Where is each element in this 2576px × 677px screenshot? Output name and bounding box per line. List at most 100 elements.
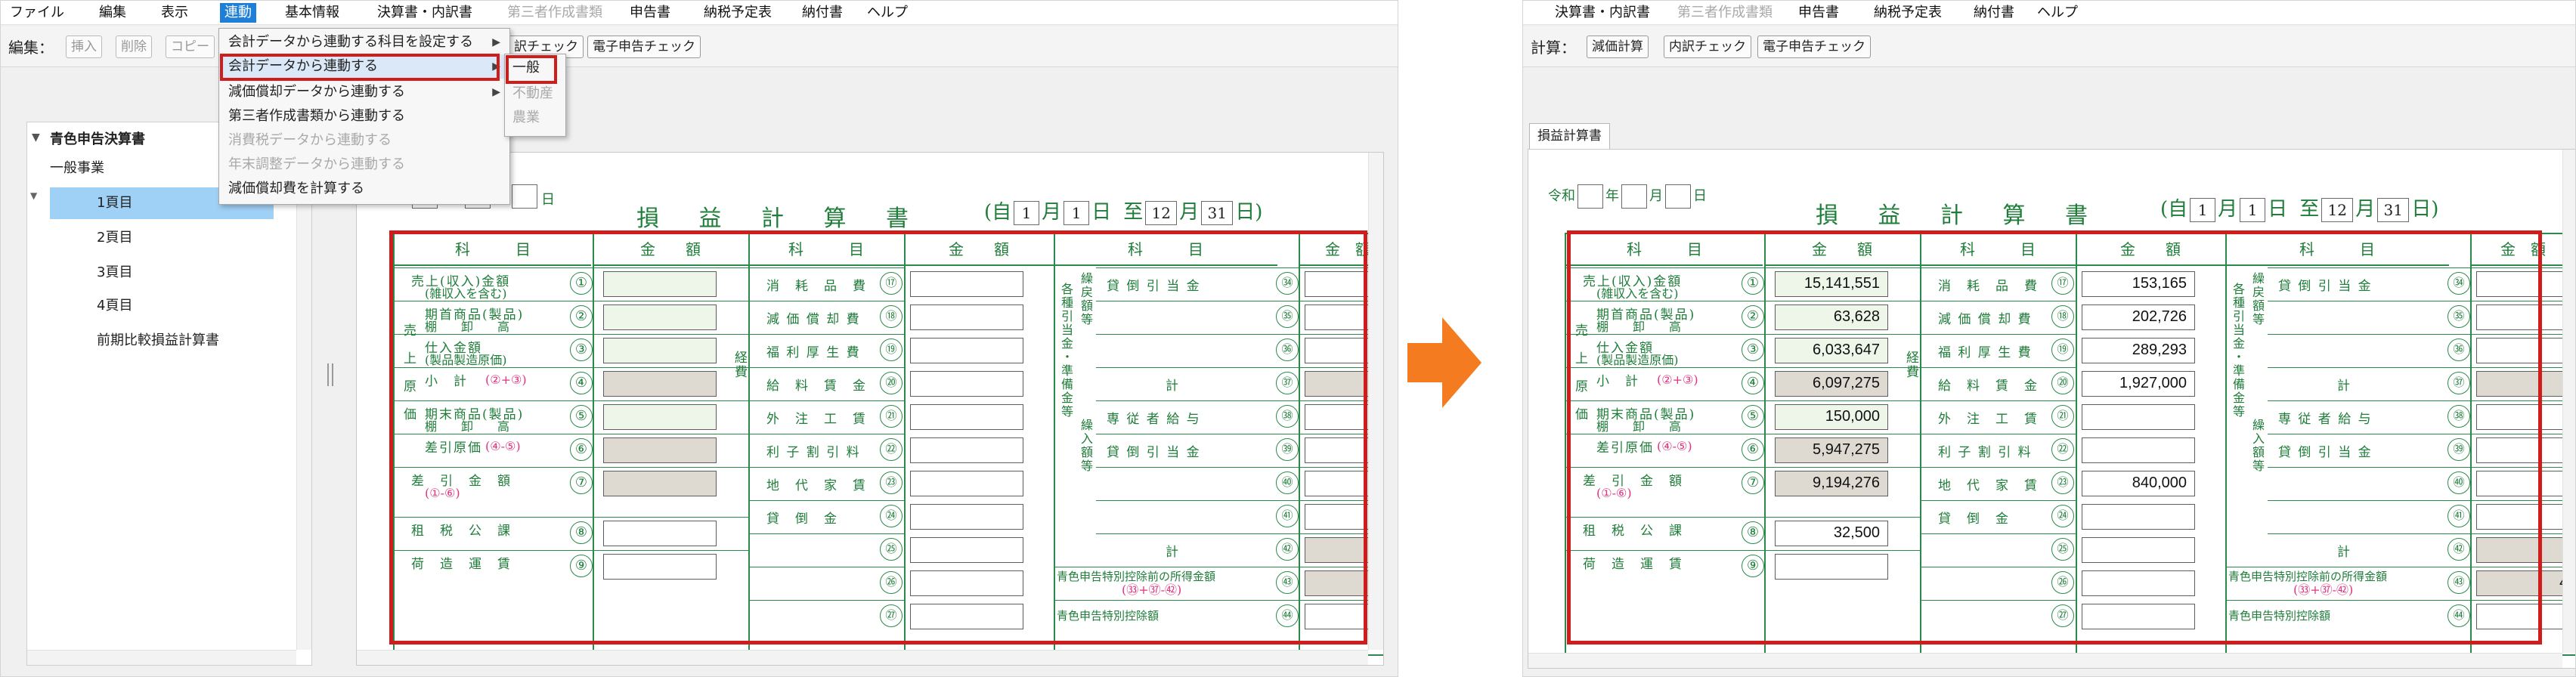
menu-payment-slip[interactable]: 納付書: [797, 3, 847, 23]
expense-field-20[interactable]: 1,927,000: [2082, 371, 2195, 397]
expense-field-24[interactable]: [910, 504, 1023, 530]
menu-tax-return[interactable]: 申告書: [625, 3, 675, 23]
menu-item-calc-depreciation[interactable]: 減価償却費を計算する: [219, 177, 509, 201]
expense-field-25[interactable]: [910, 537, 1023, 563]
e-filing-check-button-r[interactable]: 電子申告チェック: [1757, 36, 1871, 58]
expense-field-17[interactable]: 153,165: [2082, 271, 2195, 297]
amount-field-8[interactable]: [603, 521, 717, 546]
amount-field-4[interactable]: [603, 371, 717, 397]
menu-item-link-third-party[interactable]: 第三者作成書類から連動する: [219, 104, 509, 128]
tree-root-blue-return[interactable]: 青色申告決算書: [50, 128, 145, 148]
amount-field-1[interactable]: [603, 271, 717, 297]
reserve-field-43[interactable]: 4,60: [2476, 570, 2575, 596]
breakdown-check-button-r[interactable]: 内訳チェック: [1664, 36, 1751, 58]
e-filing-check-button[interactable]: 電子申告チェック: [587, 36, 701, 58]
form-hscroll[interactable]: [357, 650, 1368, 665]
menu-help[interactable]: ヘルプ: [862, 3, 912, 23]
reserve-field-35[interactable]: [2476, 304, 2575, 330]
expense-field-21[interactable]: [910, 404, 1023, 430]
expense-field-22[interactable]: [910, 437, 1023, 463]
expense-field-27[interactable]: [910, 604, 1023, 629]
tree-item-prior-comparison[interactable]: 前期比較損益計算書: [97, 325, 219, 357]
menu-tax-return-r[interactable]: 申告書: [1794, 3, 1844, 23]
splitter-handle[interactable]: [327, 363, 333, 386]
reserve-field-34[interactable]: 6: [2476, 271, 2575, 297]
menu-statements-r[interactable]: 決算書・内訳書: [1550, 3, 1655, 23]
row-line: [2268, 533, 2575, 534]
row-label-6: 差引原価: [425, 441, 482, 456]
tree-item-page3[interactable]: 3頁目: [97, 257, 132, 289]
amount-field-3[interactable]: [603, 338, 717, 363]
delete-button[interactable]: 削除: [116, 36, 152, 58]
depreciation-calc-button[interactable]: 減価計算: [1587, 36, 1649, 58]
day-box[interactable]: [512, 184, 537, 209]
expense-field-26[interactable]: [910, 570, 1023, 596]
amount-field-7[interactable]: 9,194,276: [1775, 471, 1888, 496]
expense-field-17[interactable]: [910, 271, 1023, 297]
form-hscroll-r[interactable]: [1528, 653, 2562, 668]
reserve-field-38[interactable]: 60: [2476, 404, 2575, 430]
expense-field-19[interactable]: [910, 338, 1023, 363]
expense-field-27[interactable]: [2082, 604, 2195, 629]
amount-field-5[interactable]: [603, 404, 717, 430]
menu-statements[interactable]: 決算書・内訳書: [373, 3, 477, 23]
amount-field-6[interactable]: 5,947,275: [1775, 437, 1888, 463]
menu-link[interactable]: 連動: [220, 3, 256, 23]
tree-item-page2[interactable]: 2頁目: [97, 222, 132, 254]
form-vscroll-r[interactable]: [2562, 150, 2575, 653]
tree-item-page4[interactable]: 4頁目: [97, 290, 132, 322]
amount-field-5[interactable]: 150,000: [1775, 404, 1888, 430]
amount-field-4[interactable]: 6,097,275: [1775, 371, 1888, 397]
reserve-field-42[interactable]: 65: [2476, 537, 2575, 563]
amount-field-6[interactable]: [603, 437, 717, 463]
header-kamoku-3: 科 目: [1054, 234, 1277, 266]
form-vscroll[interactable]: [1368, 153, 1383, 650]
row-line: [2268, 334, 2575, 335]
amount-field-3[interactable]: 6,033,647: [1775, 338, 1888, 363]
reserve-field-39[interactable]: 5: [2476, 437, 2575, 463]
collapse-icon[interactable]: ▼: [32, 131, 40, 144]
row-sublabel-5: 棚 卸 高: [425, 420, 510, 433]
menu-tax-schedule[interactable]: 納税予定表: [699, 3, 776, 23]
reserve-field-40[interactable]: [2476, 471, 2575, 496]
amount-field-8[interactable]: 32,500: [1775, 521, 1888, 546]
amount-field-2[interactable]: 63,628: [1775, 304, 1888, 330]
amount-field-9[interactable]: [1775, 554, 1888, 580]
amount-field-7[interactable]: [603, 471, 717, 496]
insert-button[interactable]: 挿入: [66, 36, 102, 58]
reserve-label-39: 貸 倒 引 当 金: [1107, 445, 1201, 460]
menu-payment-slip-r[interactable]: 納付書: [1969, 3, 2019, 23]
expense-field-23[interactable]: [910, 471, 1023, 496]
menu-file[interactable]: ファイル: [5, 3, 69, 23]
menu-help-r[interactable]: ヘルプ: [2033, 3, 2082, 23]
menu-tax-schedule-r[interactable]: 納税予定表: [1869, 3, 1946, 23]
expense-field-21[interactable]: [2082, 404, 2195, 430]
menu-item-link-depreciation[interactable]: 減価償却データから連動する ▶: [219, 80, 509, 104]
expense-field-19[interactable]: 289,293: [2082, 338, 2195, 363]
copy-button[interactable]: コピー: [166, 36, 215, 58]
menu-view[interactable]: 表示: [156, 3, 193, 23]
column-divider: [904, 234, 906, 654]
expense-field-18[interactable]: 202,726: [2082, 304, 2195, 330]
reserve-field-44[interactable]: 65: [2476, 604, 2575, 629]
collapse-icon-2[interactable]: ▼: [30, 190, 37, 201]
menu-item-set-accounts[interactable]: 会計データから連動する科目を設定する ▶: [219, 30, 509, 54]
tab-profit-loss[interactable]: 損益計算書: [1529, 123, 1610, 149]
expense-field-25[interactable]: [2082, 537, 2195, 563]
reserve-field-36[interactable]: [2476, 338, 2575, 363]
expense-field-18[interactable]: [910, 304, 1023, 330]
amount-field-1[interactable]: 15,141,551: [1775, 271, 1888, 297]
menu-basic-info[interactable]: 基本情報: [280, 3, 344, 23]
menu-edit[interactable]: 編集: [94, 3, 131, 23]
row-line: [748, 600, 904, 601]
expense-field-24[interactable]: [2082, 504, 2195, 530]
expense-field-22[interactable]: [2082, 437, 2195, 463]
reserve-field-41[interactable]: [2476, 504, 2575, 530]
expense-field-23[interactable]: 840,000: [2082, 471, 2195, 496]
amount-field-2[interactable]: [603, 304, 717, 330]
expense-field-26[interactable]: [2082, 570, 2195, 596]
reserve-field-37[interactable]: 6: [2476, 371, 2575, 397]
amount-field-9[interactable]: [603, 554, 717, 580]
tree-hscroll[interactable]: [27, 650, 296, 665]
expense-field-20[interactable]: [910, 371, 1023, 397]
